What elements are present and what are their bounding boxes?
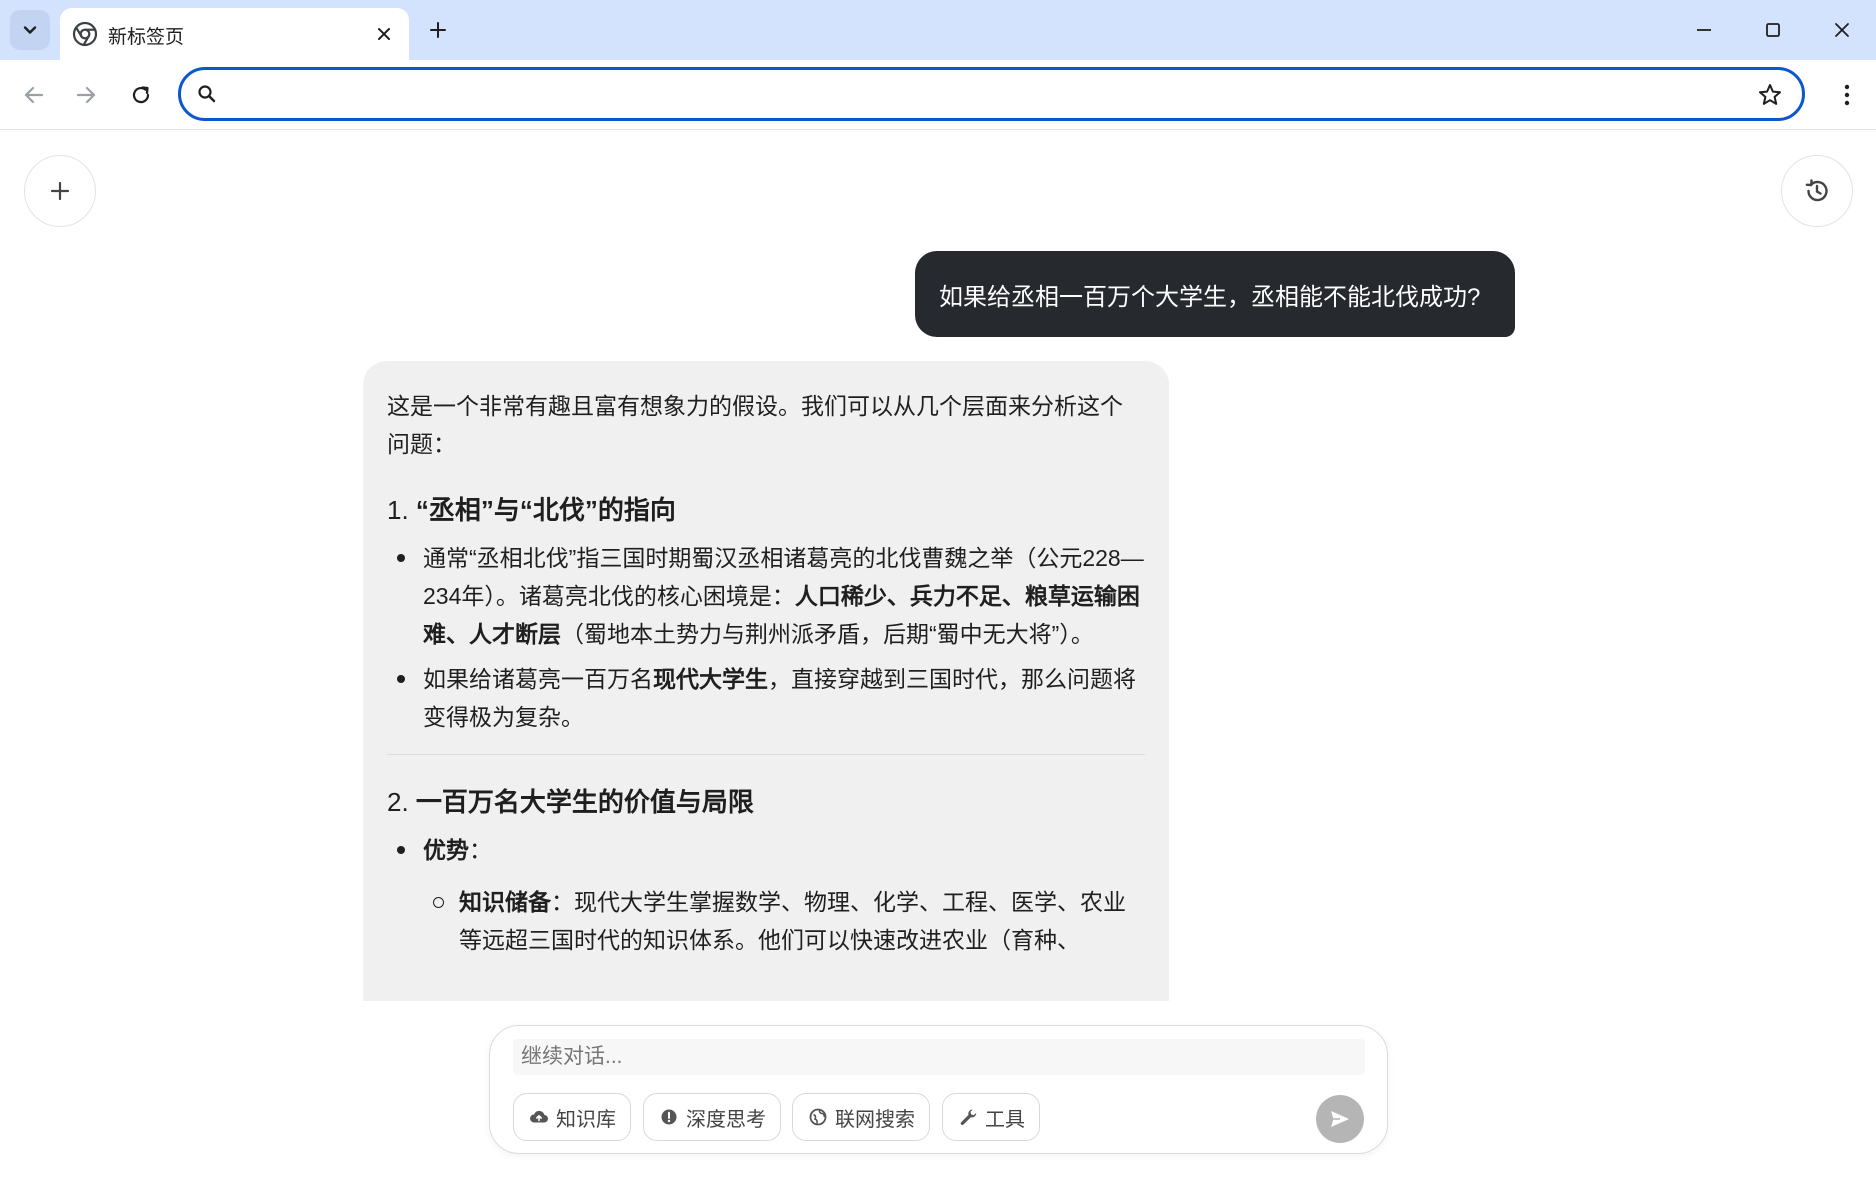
browser-menu-button[interactable]: [1825, 73, 1869, 117]
user-message-text: 如果给丞相一百万个大学生，丞相能不能北伐成功?: [939, 283, 1481, 311]
deep-thinking-button[interactable]: 深度思考: [643, 1093, 781, 1141]
list-item: 通常“丞相北伐”指三国时期蜀汉丞相诸葛亮的北伐曹魏之举（公元228—234年）。…: [387, 539, 1145, 653]
history-icon: [1805, 179, 1828, 202]
arrow-left-icon: [24, 86, 44, 104]
list-item-emphasis: 优势: [423, 837, 469, 863]
history-button[interactable]: [1781, 155, 1853, 227]
knowledge-base-label: 知识库: [556, 1108, 616, 1131]
close-icon: [378, 28, 390, 40]
close-icon: [1835, 23, 1849, 37]
minimize-icon: [1697, 29, 1711, 31]
window-close-button[interactable]: [1812, 6, 1872, 54]
tab-new-tab[interactable]: 新标签页: [60, 8, 409, 60]
section-1-heading: 1. “丞相”与“北伐”的指向: [387, 491, 1145, 529]
list-item: 如果给诸葛亮一百万名现代大学生，直接穿越到三国时代，那么问题将变得极为复杂。: [387, 660, 1145, 736]
wrench-icon: [957, 1106, 979, 1128]
tools-button[interactable]: 工具: [942, 1093, 1040, 1141]
sub-list-item-text: ：现代大学生掌握数学、物理、化学、工程、医学、农业等远超三国时代的知识体系。他们…: [459, 889, 1126, 953]
section-1-title: “丞相”与“北伐”的指向: [415, 495, 676, 525]
answer-intro: 这是一个非常有趣且富有想象力的假设。我们可以从几个层面来分析这个问题：: [387, 393, 1123, 457]
section-1-list: 通常“丞相北伐”指三国时期蜀汉丞相诸葛亮的北伐曹魏之举（公元228—234年）。…: [387, 539, 1145, 736]
chat-composer: 知识库 深度思考 联网搜索 工具: [489, 1025, 1388, 1154]
bookmark-star-icon[interactable]: [1756, 81, 1784, 109]
send-button[interactable]: [1316, 1095, 1364, 1143]
tab-title: 新标签页: [108, 27, 185, 48]
list-item-text: ：: [469, 837, 492, 863]
send-icon: [1331, 1111, 1349, 1127]
back-button[interactable]: [12, 73, 56, 117]
sub-list-item-emphasis: 知识储备: [459, 889, 551, 915]
section-2-number: 2.: [387, 787, 409, 817]
cloud-upload-icon: [528, 1106, 550, 1128]
assistant-answer-card: 这是一个非常有趣且富有想象力的假设。我们可以从几个层面来分析这个问题： 1. “…: [363, 361, 1169, 1001]
section-2-list: 优势： 知识储备：现代大学生掌握数学、物理、化学、工程、医学、农业等远超三国时代…: [387, 831, 1145, 959]
maximize-icon: [1766, 23, 1780, 37]
chrome-icon: [72, 21, 98, 47]
new-tab-button[interactable]: [420, 12, 456, 48]
globe-icon: [807, 1106, 829, 1128]
sub-list-item: 知识储备：现代大学生掌握数学、物理、化学、工程、医学、农业等远超三国时代的知识体…: [387, 883, 1145, 959]
web-search-label: 联网搜索: [835, 1108, 915, 1131]
chevron-down-icon: [23, 26, 37, 34]
section-2-title: 一百万名大学生的价值与局限: [415, 787, 754, 817]
minimize-button[interactable]: [1674, 6, 1734, 54]
assistant-answer-content: 这是一个非常有趣且富有想象力的假设。我们可以从几个层面来分析这个问题： 1. “…: [387, 387, 1145, 966]
web-search-button[interactable]: 联网搜索: [792, 1093, 930, 1141]
plus-icon: [50, 181, 70, 201]
plus-icon: [430, 22, 446, 38]
forward-button[interactable]: [64, 73, 108, 117]
user-message-bubble: 如果给丞相一百万个大学生，丞相能不能北伐成功?: [915, 251, 1515, 337]
section-1-number: 1.: [387, 495, 409, 525]
section-2-heading: 2. 一百万名大学生的价值与局限: [387, 783, 1145, 821]
knowledge-base-button[interactable]: 知识库: [513, 1093, 631, 1141]
list-item-emphasis: 现代大学生: [653, 666, 768, 692]
section-divider: [387, 754, 1145, 755]
search-icon: [198, 85, 216, 103]
list-item-text: 如果给诸葛亮一百万名: [423, 666, 653, 692]
alert-circle-icon: [658, 1106, 680, 1128]
chat-input[interactable]: [513, 1039, 1365, 1075]
list-item: 优势：: [387, 831, 1145, 869]
address-bar[interactable]: [178, 67, 1805, 121]
list-item-text: （蜀地本土势力与荆州派矛盾，后期“蜀中无大将”）。: [561, 621, 1094, 647]
tab-close-button[interactable]: [370, 20, 398, 48]
arrow-right-icon: [76, 86, 96, 104]
browser-toolbar: [0, 60, 1876, 130]
reload-button[interactable]: [119, 73, 163, 117]
deep-thinking-label: 深度思考: [686, 1108, 766, 1131]
tab-strip: 新标签页: [0, 0, 1876, 60]
more-vertical-icon: [1844, 84, 1850, 106]
maximize-button[interactable]: [1743, 6, 1803, 54]
tab-search-button[interactable]: [10, 10, 50, 50]
tools-label: 工具: [985, 1108, 1025, 1131]
address-input[interactable]: [229, 78, 1709, 110]
reload-icon: [132, 86, 150, 104]
new-chat-button[interactable]: [24, 155, 96, 227]
